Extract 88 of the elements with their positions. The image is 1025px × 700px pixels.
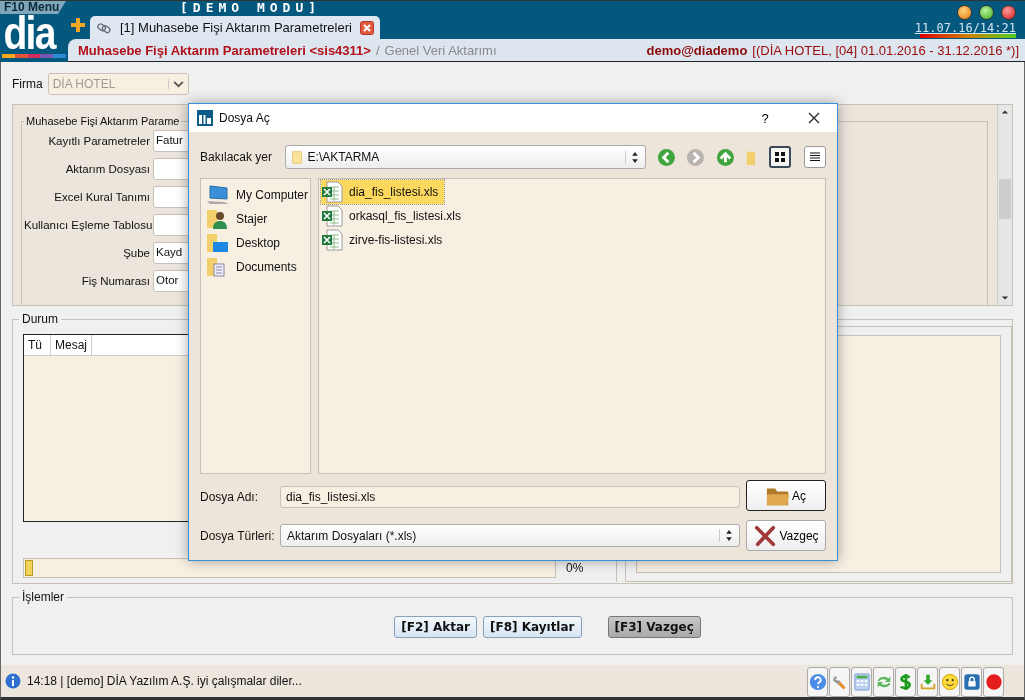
calculator-icon — [852, 673, 871, 691]
exit-button[interactable] — [983, 667, 1004, 697]
file-item[interactable]: zirve-fis-listesi.xls — [321, 228, 449, 252]
breadcrumb-separator: / — [375, 42, 380, 58]
computer-icon — [206, 185, 230, 205]
spreadsheet-icon — [321, 181, 343, 203]
demo-mode-label: [DEMO MODU] — [179, 1, 323, 15]
group-title: Muhasebe Fişi Aktarım Parame — [25, 116, 181, 127]
plus-icon[interactable] — [70, 17, 86, 33]
open-button[interactable]: Aç — [746, 480, 826, 511]
field-label: Excel Kural Tanımı — [53, 191, 150, 203]
look-in-label: Bakılacak yer — [200, 150, 274, 164]
field-label: Kayıtlı Parametreler — [47, 135, 150, 147]
action-button[interactable]: [F8] Kayıtlar — [482, 616, 582, 638]
calculator-button[interactable] — [851, 667, 872, 697]
file-name-field[interactable]: dia_fis_listesi.xls — [280, 486, 740, 508]
forward-icon[interactable] — [686, 147, 706, 167]
scrollbar[interactable] — [997, 105, 1012, 305]
help-icon — [808, 673, 827, 691]
action-button[interactable]: [F3] Vazgeç — [607, 616, 701, 638]
currency-button[interactable] — [895, 667, 916, 697]
spreadsheet-icon — [321, 205, 343, 227]
cancel-button[interactable]: Vazgeç — [746, 520, 826, 551]
download-icon — [918, 673, 937, 691]
dia-logo: dia — [2, 14, 56, 54]
place-item[interactable]: Documents — [206, 255, 310, 279]
download-button[interactable] — [917, 667, 938, 697]
dia-logo-icon — [197, 110, 213, 126]
stop-icon — [984, 673, 1003, 691]
file-name-label: Dosya Adı: — [200, 490, 260, 504]
spin-arrows-icon — [719, 529, 733, 542]
column-header[interactable]: Tü — [24, 335, 51, 355]
lock-button[interactable] — [961, 667, 982, 697]
close-icon[interactable] — [359, 20, 374, 35]
spin-arrows-icon — [624, 150, 639, 164]
smiley-icon — [940, 673, 959, 691]
document-tab[interactable]: [1] Muhasebe Fişi Aktarım Parametreleri — [90, 16, 380, 39]
scroll-thumb[interactable] — [999, 179, 1011, 219]
file-type-dropdown[interactable]: Aktarım Dosyaları (*.xls) — [280, 524, 740, 547]
action-button[interactable]: [F2] Aktar — [394, 616, 477, 638]
info-icon — [5, 673, 21, 689]
progress-reading: 0% — [566, 561, 584, 575]
field-label: Aktarım Dosyası — [64, 163, 150, 175]
dialog-title: Dosya Aç — [219, 111, 270, 125]
x-mark-icon — [753, 524, 778, 547]
status-message: 14:18 | [demo] DİA Yazılım A.Ş. iyi çalışmalar diler... — [27, 674, 302, 688]
minimize-light-icon[interactable] — [957, 5, 972, 20]
wrench-button[interactable] — [829, 667, 850, 697]
refresh-button[interactable] — [873, 667, 894, 697]
file-item[interactable]: dia_fis_listesi.xls — [321, 180, 445, 204]
folder-icon — [291, 149, 302, 165]
spreadsheet-icon — [321, 229, 343, 251]
column-header[interactable]: Mesaj — [51, 335, 92, 355]
place-item[interactable]: My Computer — [206, 183, 310, 207]
place-item[interactable]: Desktop — [206, 231, 310, 255]
scroll-down-icon[interactable] — [1001, 295, 1009, 301]
back-icon[interactable] — [656, 147, 676, 167]
help-button[interactable]: ? — [745, 104, 785, 132]
look-in-dropdown[interactable]: E:\AKTARMA — [284, 145, 646, 169]
up-icon[interactable] — [716, 147, 736, 167]
company-period: [(DİA HOTEL, [04] 01.01.2016 - 31.12.2016 *)] — [752, 42, 1019, 58]
group-title: Durum — [21, 312, 59, 326]
detail-view-button[interactable] — [804, 146, 826, 168]
lock-icon — [962, 673, 981, 691]
group-title: İşlemler — [21, 590, 65, 604]
user-folder-icon — [206, 209, 230, 229]
icon-view-button[interactable] — [769, 146, 792, 168]
field-label: Kullanıcı Eşleme Tablosu — [24, 219, 150, 231]
close-icon — [808, 112, 820, 124]
logo-stripe — [2, 54, 66, 58]
desktop-folder-icon — [206, 233, 230, 253]
help-button[interactable] — [807, 667, 828, 697]
page-title: Muhasebe Fişi Aktarım Parametreleri <sis4311> — [78, 42, 371, 58]
field-label: Fiş Numarası — [80, 275, 150, 287]
maximize-light-icon[interactable] — [979, 5, 994, 20]
file-item[interactable]: orkasql_fis_listesi.xls — [321, 204, 468, 228]
list-icon — [809, 151, 822, 163]
place-item[interactable]: Stajer — [206, 207, 310, 231]
file-type-label: Dosya Türleri: — [200, 528, 276, 543]
close-light-icon[interactable] — [1001, 5, 1016, 20]
scroll-up-icon[interactable] — [1001, 109, 1009, 115]
smiley-button[interactable] — [939, 667, 960, 697]
field-label: Şube — [122, 247, 150, 259]
firma-label: Firma — [12, 77, 43, 91]
grid-icon — [774, 151, 787, 163]
menu-tab[interactable]: F10 Menu — [0, 1, 66, 14]
date-time: 11.07.16/14:21 — [914, 22, 1016, 34]
user-name: demo@diademo — [646, 42, 748, 58]
